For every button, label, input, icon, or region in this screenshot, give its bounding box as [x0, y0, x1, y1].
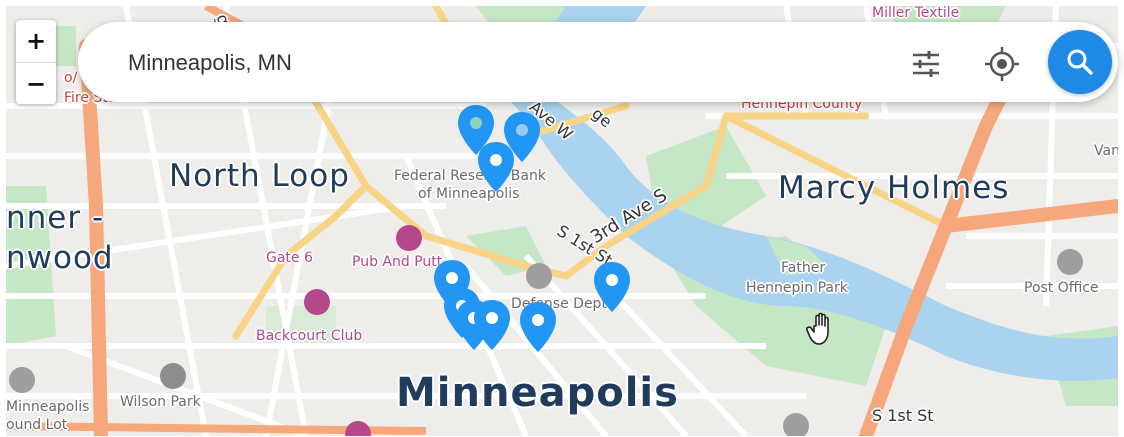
neighborhood-label: North Loop [169, 158, 350, 194]
poi-label: Pub And Putt [352, 254, 443, 270]
poi-label: Gate 6 [266, 250, 313, 266]
location-marker[interactable] [518, 300, 558, 354]
poi-label: o/ [64, 70, 78, 86]
poi-label: Father [781, 260, 826, 276]
search-icon [1067, 49, 1093, 75]
location-marker[interactable] [476, 140, 516, 194]
poi-label: Backcourt Club [256, 328, 363, 344]
poi-label: Wilson Park [120, 394, 201, 410]
my-location-icon[interactable] [982, 44, 1022, 84]
poi-label: Hennepin Park [746, 280, 848, 296]
search-input[interactable] [126, 42, 830, 84]
location-marker[interactable] [592, 260, 632, 314]
zoom-in-button[interactable]: + [16, 20, 56, 62]
filter-sliders-icon[interactable] [906, 44, 946, 84]
poi-label: ound Lot [6, 417, 68, 433]
zoom-control: + − [16, 20, 56, 104]
neighborhood-label: Marcy Holmes [778, 170, 1010, 206]
poi-label: Minneapolis [6, 399, 90, 415]
location-marker[interactable] [472, 298, 512, 352]
poi-label: Post Office [1024, 280, 1099, 296]
road-label: S 1st St [872, 406, 934, 425]
search-button[interactable] [1048, 30, 1112, 94]
poi-label: Federal Reserve Bank [394, 168, 546, 184]
poi-label: Miller Textile [872, 6, 960, 21]
neighborhood-label: nner - [6, 200, 105, 236]
city-label: Minneapolis [396, 370, 679, 416]
search-bar [78, 22, 1118, 102]
neighborhood-label: nwood [6, 240, 114, 276]
poi-label: Van [1094, 143, 1118, 159]
zoom-out-button[interactable]: − [16, 63, 56, 105]
